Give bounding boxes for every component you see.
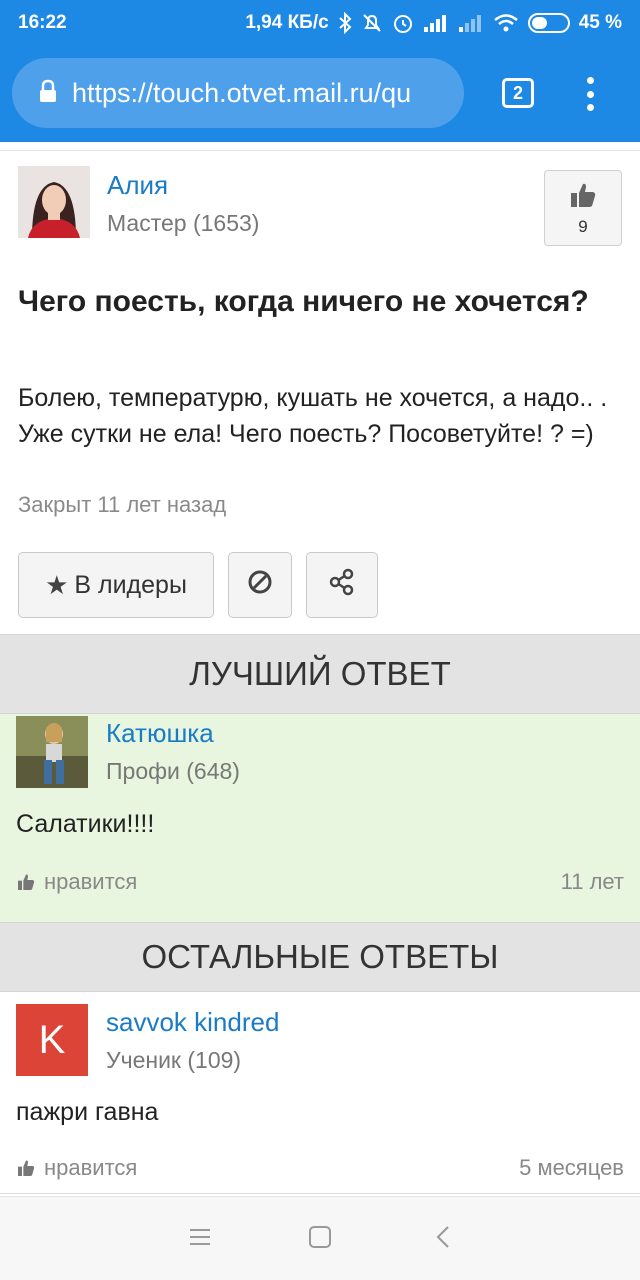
thumbs-up-icon (18, 874, 35, 890)
alarm-icon (392, 12, 414, 34)
thumbs-up-icon (568, 180, 598, 215)
question-title: Чего поесть, когда ничего не хочется? (18, 285, 589, 318)
battery-icon (527, 13, 570, 33)
recent-apps-icon[interactable] (188, 1225, 212, 1254)
like-label: нравится (44, 1155, 138, 1180)
tab-switcher-button[interactable]: 2 (502, 78, 534, 108)
best-answer-author-name[interactable]: Катюшка (106, 718, 214, 749)
like-label: нравится (44, 869, 138, 894)
menu-dot (586, 104, 594, 111)
mute-bell-icon (361, 12, 383, 34)
answer-text: пажри гавна (16, 1098, 159, 1126)
back-icon[interactable] (432, 1225, 456, 1254)
answer-author-avatar[interactable]: K (16, 1004, 88, 1076)
best-answer-like-button[interactable]: нравится (16, 869, 137, 895)
best-answer-header: ЛУЧШИЙ ОТВЕТ (0, 634, 640, 714)
home-icon[interactable] (308, 1225, 332, 1254)
best-answer: Катюшка Профи (648) Салатики!!!! нравитс… (0, 714, 640, 922)
star-icon: ★ (45, 569, 69, 600)
leaders-button[interactable]: ★ В лидеры (18, 552, 214, 618)
share-button[interactable] (306, 552, 378, 618)
answer-author-rank: Ученик (109) (106, 1047, 242, 1073)
wifi-icon (493, 13, 519, 33)
question-author-name[interactable]: Алия (107, 170, 168, 201)
thumbs-up-icon (18, 1160, 35, 1176)
block-icon (247, 569, 273, 602)
system-navigation-bar (0, 1196, 640, 1280)
leaders-button-label: В лидеры (74, 570, 187, 599)
signal-2-icon (458, 13, 484, 33)
overflow-menu-button[interactable] (578, 74, 602, 114)
status-time: 16:22 (18, 12, 67, 33)
block-button[interactable] (228, 552, 292, 618)
divider (0, 150, 640, 151)
share-icon (328, 568, 356, 603)
signal-icon (423, 13, 449, 33)
lock-icon (38, 79, 58, 108)
url-text: https://touch.otvet.mail.ru/qu (72, 77, 412, 108)
answer-like-button[interactable]: нравится (16, 1155, 137, 1181)
network-speed: 1,94 КБ/с (245, 12, 329, 33)
menu-dot (586, 90, 594, 98)
answer-author-name[interactable]: savvok kindred (106, 1007, 279, 1038)
battery-percent: 45 % (578, 12, 622, 33)
question-author-rank: Мастер (1653) (107, 210, 260, 236)
question-status: Закрыт 11 лет назад (18, 492, 227, 517)
bluetooth-icon (338, 12, 352, 34)
browser-toolbar: https://touch.otvet.mail.ru/qu 2 (0, 46, 640, 142)
other-answers-header: ОСТАЛЬНЫЕ ОТВЕТЫ (0, 922, 640, 992)
best-answer-text: Салатики!!!! (16, 810, 155, 838)
status-bar: 16:22 1,94 КБ/с 45 % (0, 0, 640, 46)
status-icons: 1,94 КБ/с 45 % (245, 12, 622, 34)
menu-dot (586, 77, 594, 84)
best-answer-author-rank: Профи (648) (106, 758, 240, 784)
question-body: Болею, температурю, кушать не хочется, а… (18, 384, 608, 448)
question-like-button[interactable]: 9 (544, 170, 622, 246)
best-answer-avatar[interactable] (16, 716, 88, 788)
question-author-avatar[interactable] (18, 166, 90, 238)
best-answer-time: 11 лет (560, 869, 624, 894)
page-content: Алия Мастер (1653) 9 Чего поесть, когда … (0, 142, 640, 1196)
like-count: 9 (578, 216, 588, 236)
url-field[interactable]: https://touch.otvet.mail.ru/qu (12, 58, 464, 128)
answer-time: 5 месяцев (519, 1155, 624, 1180)
divider (0, 1193, 640, 1194)
